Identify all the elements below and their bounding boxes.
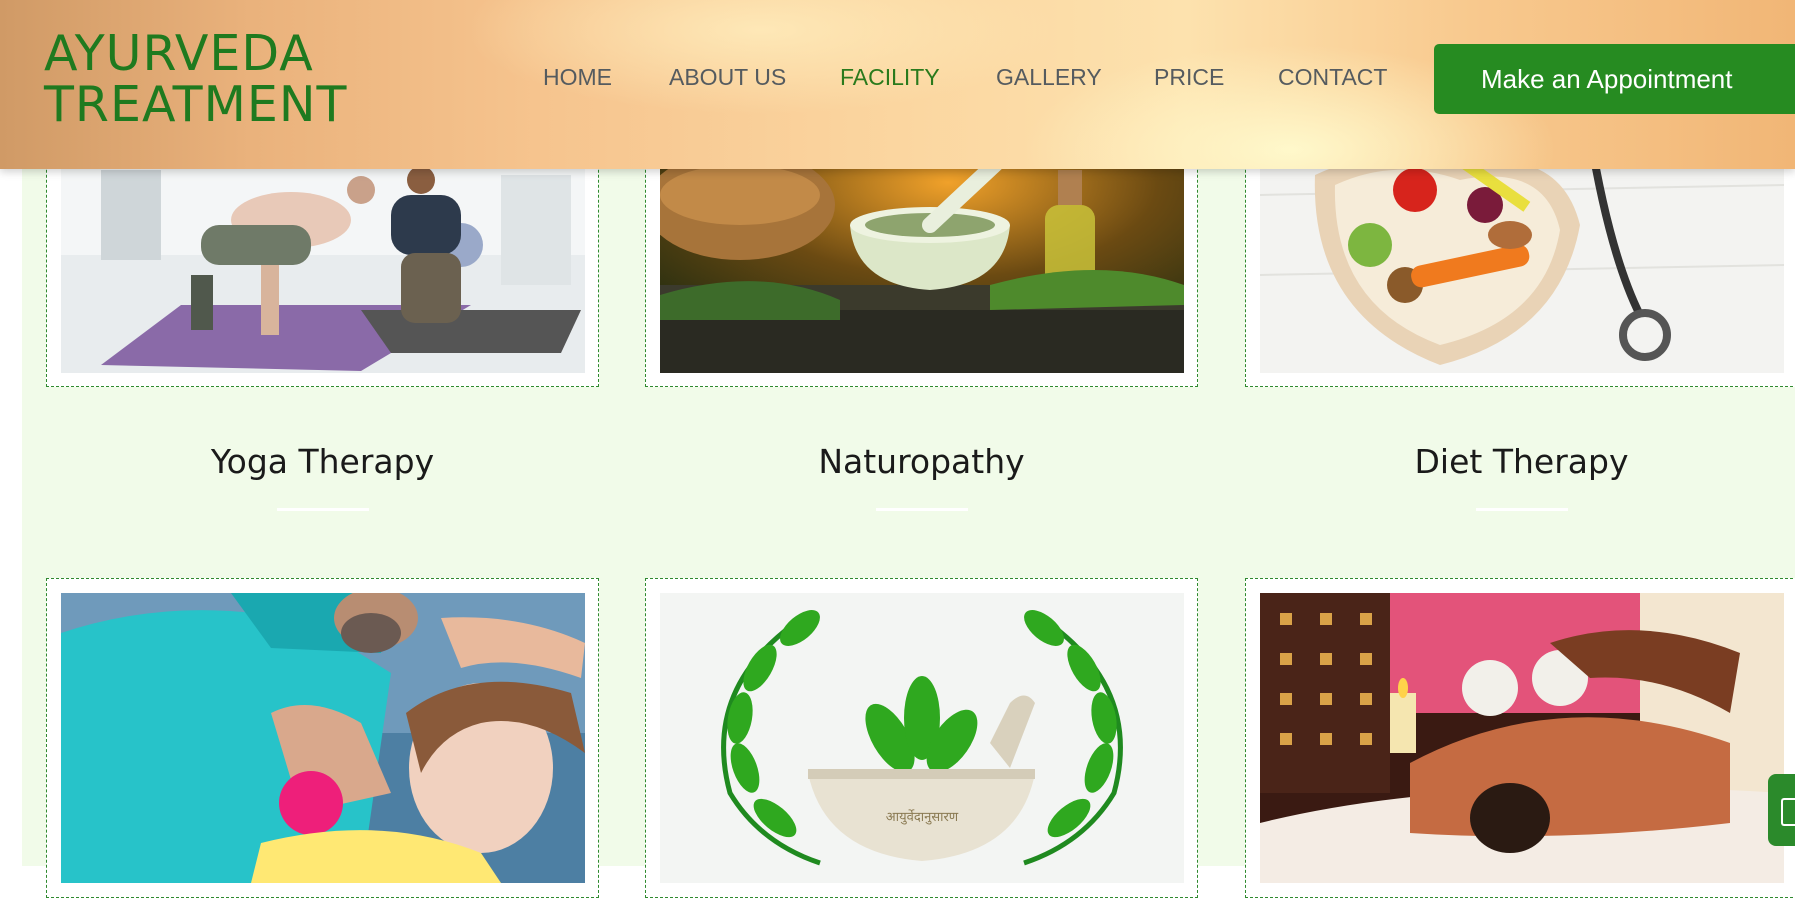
facility-title-diet-therapy: Diet Therapy — [1414, 442, 1629, 481]
nav-price[interactable]: PRICE — [1154, 64, 1224, 91]
facility-card-ayurveda[interactable]: आयुर्वेदानुसारण — [645, 578, 1198, 898]
nav-gallery[interactable]: GALLERY — [996, 64, 1102, 91]
facility-title-naturopathy: Naturopathy — [818, 442, 1025, 481]
make-appointment-button[interactable]: Make an Appointment — [1434, 44, 1795, 114]
title-underline — [876, 508, 968, 511]
site-logo[interactable]: AYURVEDA TREATMENT — [44, 28, 347, 130]
herbal-massage-image — [1260, 593, 1784, 883]
title-underline — [1476, 508, 1568, 511]
diet-therapy-image — [1260, 135, 1784, 373]
ayurveda-logo-image: आयुर्वेदानुसारण — [660, 593, 1184, 883]
facility-card-physiotherapy[interactable] — [46, 578, 599, 898]
nav-home[interactable]: HOME — [543, 64, 612, 91]
physiotherapy-image — [61, 593, 585, 883]
naturopathy-image — [660, 135, 1184, 373]
nav-about-us[interactable]: ABOUT US — [669, 64, 786, 91]
title-underline — [277, 508, 369, 511]
logo-line-1: AYURVEDA — [44, 25, 314, 82]
facility-title-yoga-therapy: Yoga Therapy — [210, 442, 435, 481]
logo-line-2: TREATMENT — [44, 76, 348, 133]
nav-facility[interactable]: FACILITY — [840, 64, 940, 91]
yoga-therapy-image — [61, 135, 585, 373]
facility-card-herbal-massage[interactable] — [1245, 578, 1795, 898]
mortar-inscription: आयुर्वेदानुसारण — [886, 809, 959, 825]
nav-contact[interactable]: CONTACT — [1278, 64, 1387, 91]
site-header: AYURVEDA TREATMENT HOME ABOUT US FACILIT… — [0, 0, 1795, 169]
side-contact-tab[interactable] — [1768, 774, 1795, 846]
